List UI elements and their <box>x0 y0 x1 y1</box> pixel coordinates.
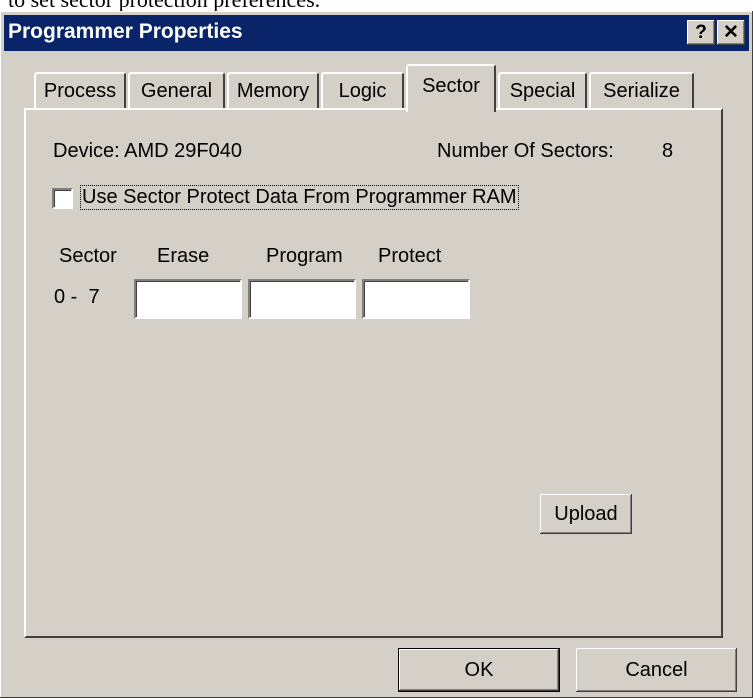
tab-sector[interactable]: Sector <box>406 64 496 112</box>
erase-field[interactable] <box>134 279 242 319</box>
program-column-header: Program <box>266 245 343 267</box>
protect-field[interactable] <box>362 279 470 319</box>
number-of-sectors-label: Number Of Sectors: <box>437 140 614 162</box>
cancel-button[interactable]: Cancel <box>576 648 737 692</box>
window-title: Programmer Properties <box>8 20 243 43</box>
use-sector-protect-ram-label[interactable]: Use Sector Protect Data From Programmer … <box>80 185 519 210</box>
sector-column-header: Sector <box>59 245 117 267</box>
upload-button[interactable]: Upload <box>540 494 632 534</box>
close-icon: ✕ <box>723 22 739 43</box>
device-label: Device: AMD 29F040 <box>53 140 242 162</box>
tab-special[interactable]: Special <box>498 72 587 110</box>
protect-column-header: Protect <box>378 245 442 267</box>
tab-serialize[interactable]: Serialize <box>589 72 694 110</box>
sector-tab-panel: Device: AMD 29F040 Number Of Sectors: 8 … <box>24 108 723 638</box>
page-caption: to set sector protection preferences. <box>8 0 320 11</box>
close-button[interactable]: ✕ <box>717 20 745 45</box>
erase-column-header: Erase <box>157 245 210 267</box>
tab-general[interactable]: General <box>128 72 225 110</box>
help-button[interactable]: ? <box>687 20 715 45</box>
programmer-properties-dialog: Programmer Properties ? ✕ Process Genera… <box>0 11 753 698</box>
tab-process[interactable]: Process <box>34 72 126 110</box>
ok-button[interactable]: OK <box>398 648 560 692</box>
use-sector-protect-ram-checkbox[interactable] <box>52 188 73 209</box>
program-field[interactable] <box>248 279 356 319</box>
number-of-sectors-value: 8 <box>662 140 674 162</box>
sector-range-label: 0 - 7 <box>54 286 100 308</box>
tab-logic[interactable]: Logic <box>321 72 404 110</box>
tab-memory[interactable]: Memory <box>227 72 319 110</box>
title-bar: Programmer Properties ? ✕ <box>4 15 749 51</box>
